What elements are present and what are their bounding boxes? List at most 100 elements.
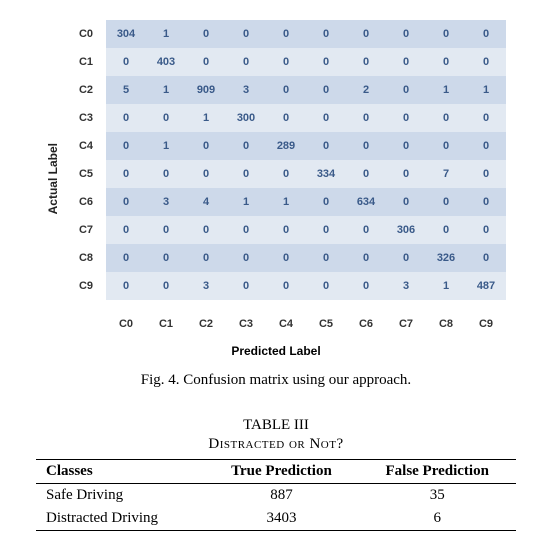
matrix-cell: 0 xyxy=(226,20,266,48)
matrix-cell: 289 xyxy=(266,132,306,160)
matrix-cell: 1 xyxy=(466,76,506,104)
matrix-cell: 0 xyxy=(426,104,466,132)
matrix-cell: 1 xyxy=(226,188,266,216)
matrix-cell: 0 xyxy=(106,272,146,300)
matrix-cell: 0 xyxy=(466,216,506,244)
matrix-cell: 0 xyxy=(466,104,506,132)
col-header: C3 xyxy=(226,310,266,338)
matrix-cell: 334 xyxy=(306,160,346,188)
matrix-cell: 0 xyxy=(306,272,346,300)
col-header: C4 xyxy=(266,310,306,338)
matrix-cell: 0 xyxy=(226,132,266,160)
matrix-cell: 0 xyxy=(346,160,386,188)
matrix-cell: 0 xyxy=(466,20,506,48)
matrix-cell: 0 xyxy=(106,216,146,244)
row-header: C0 xyxy=(66,20,106,48)
matrix-cell: 0 xyxy=(146,160,186,188)
matrix-cell: 0 xyxy=(306,104,346,132)
matrix-cell: 0 xyxy=(266,272,306,300)
col-header: C7 xyxy=(386,310,426,338)
matrix-cell: 487 xyxy=(466,272,506,300)
th-true-pred: True Prediction xyxy=(204,460,358,484)
matrix-cell: 0 xyxy=(306,76,346,104)
matrix-cell: 3 xyxy=(186,272,226,300)
matrix-cell: 0 xyxy=(346,132,386,160)
matrix-cell: 3 xyxy=(146,188,186,216)
matrix-cell: 0 xyxy=(346,244,386,272)
table-cell: 6 xyxy=(358,507,516,531)
row-header: C6 xyxy=(66,188,106,216)
matrix-cell: 0 xyxy=(466,48,506,76)
matrix-cell: 3 xyxy=(386,272,426,300)
matrix-cell: 0 xyxy=(426,132,466,160)
matrix-cell: 1 xyxy=(146,20,186,48)
col-header: C8 xyxy=(426,310,466,338)
matrix-cell: 0 xyxy=(426,20,466,48)
matrix-cell: 0 xyxy=(226,272,266,300)
table-distracted-or-not: Classes True Prediction False Prediction… xyxy=(36,459,516,531)
matrix-cell: 0 xyxy=(226,216,266,244)
th-classes: Classes xyxy=(36,460,204,484)
matrix-cell: 0 xyxy=(186,132,226,160)
confusion-matrix: Actual Label C0304100000000C104030000000… xyxy=(20,20,532,338)
table-caption: Distracted or Not? xyxy=(20,436,532,453)
matrix-cell: 2 xyxy=(346,76,386,104)
matrix-cell: 0 xyxy=(106,104,146,132)
row-header: C2 xyxy=(66,76,106,104)
matrix-cell: 0 xyxy=(306,216,346,244)
matrix-cell: 0 xyxy=(266,160,306,188)
col-header: C0 xyxy=(106,310,146,338)
matrix-cell: 0 xyxy=(386,76,426,104)
matrix-cell: 300 xyxy=(226,104,266,132)
matrix-cell: 0 xyxy=(106,160,146,188)
matrix-cell: 0 xyxy=(306,188,346,216)
matrix-cell: 0 xyxy=(346,104,386,132)
figure-caption: Fig. 4. Confusion matrix using our appro… xyxy=(20,372,532,389)
matrix-cell: 1 xyxy=(426,76,466,104)
matrix-cell: 0 xyxy=(386,104,426,132)
matrix-cell: 0 xyxy=(146,244,186,272)
matrix-cell: 1 xyxy=(186,104,226,132)
matrix-cell: 0 xyxy=(346,48,386,76)
table-cell: 35 xyxy=(358,484,516,508)
x-axis-label: Predicted Label xyxy=(20,344,532,358)
matrix-cell: 0 xyxy=(106,132,146,160)
matrix-cell: 1 xyxy=(146,132,186,160)
matrix-cell: 0 xyxy=(186,244,226,272)
row-header: C4 xyxy=(66,132,106,160)
matrix-cell: 5 xyxy=(106,76,146,104)
matrix-cell: 1 xyxy=(266,188,306,216)
matrix-cell: 0 xyxy=(226,160,266,188)
matrix-cell: 1 xyxy=(146,76,186,104)
matrix-cell: 0 xyxy=(266,48,306,76)
table-row: Safe Driving xyxy=(36,484,204,508)
matrix-cell: 0 xyxy=(146,216,186,244)
matrix-cell: 1 xyxy=(426,272,466,300)
matrix-cell: 306 xyxy=(386,216,426,244)
y-axis-label: Actual Label xyxy=(46,143,60,214)
matrix-cell: 0 xyxy=(386,160,426,188)
col-header: C1 xyxy=(146,310,186,338)
matrix-cell: 0 xyxy=(146,104,186,132)
col-header: C2 xyxy=(186,310,226,338)
col-header: C5 xyxy=(306,310,346,338)
matrix-cell: 0 xyxy=(386,188,426,216)
matrix-cell: 0 xyxy=(306,132,346,160)
matrix-cell: 0 xyxy=(106,48,146,76)
matrix-cell: 0 xyxy=(466,244,506,272)
matrix-cell: 0 xyxy=(306,244,346,272)
matrix-cell: 0 xyxy=(146,272,186,300)
row-header: C1 xyxy=(66,48,106,76)
matrix-cell: 0 xyxy=(386,48,426,76)
matrix-cell: 0 xyxy=(466,188,506,216)
matrix-cell: 4 xyxy=(186,188,226,216)
matrix-cell: 0 xyxy=(226,244,266,272)
matrix-cell: 0 xyxy=(346,20,386,48)
matrix-cell: 0 xyxy=(186,216,226,244)
th-false-pred: False Prediction xyxy=(358,460,516,484)
matrix-cell: 0 xyxy=(426,188,466,216)
matrix-cell: 0 xyxy=(266,104,306,132)
row-header: C7 xyxy=(66,216,106,244)
matrix-cell: 403 xyxy=(146,48,186,76)
row-header: C8 xyxy=(66,244,106,272)
